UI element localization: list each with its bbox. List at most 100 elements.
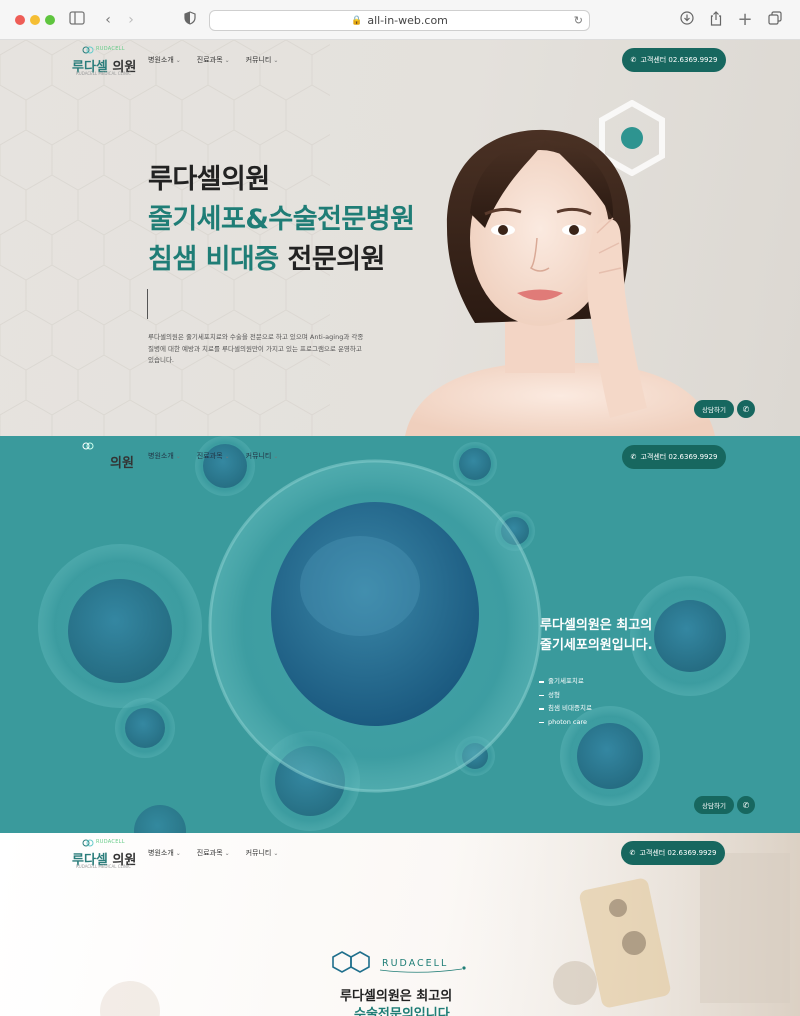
logo-name: 의원 (110, 452, 134, 471)
reload-icon[interactable]: ↻ (574, 14, 583, 27)
nav-item-community[interactable]: 커뮤니티 ⌄ (246, 451, 279, 461)
nav-item-departments[interactable]: 진료과목 ⌄ (197, 848, 230, 858)
nav-label: 병원소개 (148, 452, 174, 460)
logo-tag: RUDACELL MEDICAL CLINIC (76, 71, 131, 76)
divider (147, 289, 148, 319)
sidebar-icon[interactable] (68, 11, 86, 29)
chevron-down-icon: ⌄ (273, 453, 279, 460)
address-bar[interactable]: 🔒 all-in-web.com ↻ (209, 10, 590, 31)
site-logo[interactable]: RUDACELL 루다셀 의원 RUDACELL MEDICAL CLINIC (72, 46, 136, 76)
logo-sub: RUDACELL (96, 839, 125, 845)
call-center-label: 고객센터 02.6369.9929 (640, 453, 718, 461)
hero-heading-line-1: 루다셀의원 (148, 164, 270, 195)
phone-consult-icon[interactable]: ✆ (737, 796, 755, 814)
nav-label: 진료과목 (196, 849, 223, 857)
chevron-down-icon: ⌄ (175, 57, 181, 64)
service-list: 줄기세포치료 성형 침샘 비대증치료 photon care (539, 675, 592, 729)
site-header-2: 의원 병원소개 ⌄ 진료과목 ⌄ 커뮤니티 ⌄ ✆ 고객센터 02.6369.9929 (0, 436, 800, 478)
hero-section-2: 의원 병원소개 ⌄ 진료과목 ⌄ 커뮤니티 ⌄ ✆ 고객센터 02.6369.9929… (0, 436, 800, 833)
main-nav: 병원소개 ⌄ 진료과목 ⌄ 커뮤니티 ⌄ (148, 451, 278, 461)
hero-section-1: RUDACELL 루다셀 의원 RUDACELL MEDICAL CLINIC … (0, 40, 800, 436)
chevron-down-icon: ⌄ (273, 850, 279, 857)
nav-label: 커뮤니티 (245, 849, 272, 857)
maximize-window-button[interactable] (45, 15, 55, 25)
main-nav: 병원소개 ⌄ 진료과목 ⌄ 커뮤니티 ⌄ (148, 55, 278, 65)
rudacell-brand-logo: RUDACELL (332, 951, 466, 973)
section-3-title-line-1: 루다셀의원은 최고의 (340, 989, 453, 1004)
nav-label: 커뮤니티 (245, 56, 272, 64)
list-item[interactable]: 성형 (539, 689, 592, 703)
hero-heading-rest: 전문의원 (278, 244, 386, 275)
tabs-overview-icon[interactable] (766, 11, 784, 29)
chevron-down-icon: ⌄ (273, 57, 279, 64)
section-2-title: 루다셀의원은 최고의 줄기세포의원입니다. (540, 616, 653, 656)
chevron-down-icon: ⌄ (224, 850, 230, 857)
new-tab-icon[interactable]: + (736, 11, 754, 29)
list-item[interactable]: photon care (539, 716, 592, 730)
chevron-down-icon: ⌄ (175, 850, 181, 857)
minimize-window-button[interactable] (30, 15, 40, 25)
forward-icon[interactable]: › (122, 11, 140, 29)
hero-heading-highlight: 침샘 비대증 (148, 244, 279, 275)
hero-heading-line-3: 침샘 비대증 전문의원 (148, 240, 385, 280)
section-3-title-line-2: 수술전문의입니다 (354, 1007, 450, 1016)
phone-consult-icon[interactable]: ✆ (737, 400, 755, 418)
consult-button[interactable]: 상담하기 (694, 400, 734, 418)
nav-item-community[interactable]: 커뮤니티 ⌄ (246, 55, 279, 65)
woman-portrait-image (405, 129, 715, 436)
hero-description: 루다셀의원은 줄기세포치료와 수술을 전문으로 하고 있으며 Anti-agin… (148, 333, 364, 364)
phone-icon: ✆ (630, 453, 637, 461)
logo-mark-icon (82, 46, 94, 54)
nav-item-departments[interactable]: 진료과목 ⌄ (197, 55, 230, 65)
logo-mark-icon (82, 839, 94, 847)
call-center-label: 고객센터 02.6369.9929 (640, 56, 718, 64)
call-center-button[interactable]: ✆ 고객센터 02.6369.9929 (622, 48, 726, 72)
phone-icon: ✆ (629, 849, 636, 857)
nav-item-about[interactable]: 병원소개 ⌄ (148, 55, 181, 65)
lock-icon: 🔒 (351, 15, 363, 26)
nav-label: 진료과목 (196, 56, 223, 64)
call-center-label: 고객센터 02.6369.9929 (639, 849, 717, 857)
site-logo[interactable]: 의원 (82, 442, 144, 472)
nav-item-departments[interactable]: 진료과목 ⌄ (197, 451, 230, 461)
logo-tag: RUDACELL MEDICAL CLINIC (76, 864, 131, 869)
chevron-down-icon: ⌄ (224, 453, 230, 460)
chevron-down-icon: ⌄ (175, 453, 181, 460)
nav-label: 병원소개 (148, 56, 174, 64)
phone-icon: ✆ (630, 56, 637, 64)
consult-button[interactable]: 상담하기 (694, 796, 734, 814)
chevron-down-icon: ⌄ (224, 57, 230, 64)
call-center-button[interactable]: ✆ 고객센터 02.6369.9929 (621, 841, 725, 865)
consult-label: 상담하기 (702, 406, 726, 414)
browser-toolbar: ‹ › 🔒 all-in-web.com ↻ + (0, 0, 800, 40)
brand-text: RUDACELL (382, 958, 448, 969)
url-text: all-in-web.com (367, 14, 448, 27)
consult-label: 상담하기 (702, 802, 726, 810)
list-item[interactable]: 줄기세포치료 (539, 675, 592, 689)
nav-item-about[interactable]: 병원소개 ⌄ (148, 451, 181, 461)
site-header: RUDACELL 루다셀 의원 RUDACELL MEDICAL CLINIC … (0, 40, 800, 82)
hero-section-3: RUDACELL 루다셀 의원 RUDACELL MEDICAL CLINIC … (0, 833, 800, 1016)
logo-sub: RUDACELL (96, 46, 125, 52)
call-center-button[interactable]: ✆ 고객센터 02.6369.9929 (622, 445, 726, 469)
shield-icon[interactable] (181, 11, 199, 29)
download-icon[interactable] (678, 11, 696, 29)
close-window-button[interactable] (15, 15, 25, 25)
nav-label: 병원소개 (148, 849, 174, 857)
site-header-3: RUDACELL 루다셀 의원 RUDACELL MEDICAL CLINIC … (0, 833, 800, 875)
site-logo[interactable]: RUDACELL 루다셀 의원 RUDACELL MEDICAL CLINIC (72, 839, 136, 869)
nav-item-about[interactable]: 병원소개 ⌄ (148, 848, 181, 858)
stem-cell-image (38, 436, 750, 833)
list-item[interactable]: 침샘 비대증치료 (539, 702, 592, 716)
nav-item-community[interactable]: 커뮤니티 ⌄ (246, 848, 279, 858)
nav-label: 진료과목 (196, 452, 223, 460)
nav-label: 커뮤니티 (245, 452, 272, 460)
hero-heading-line-2: 줄기세포&수술전문병원 (148, 204, 415, 235)
section-2-title-line-2: 줄기세포의원입니다. (540, 638, 653, 653)
logo-mark-icon (82, 442, 94, 450)
back-icon[interactable]: ‹ (99, 11, 117, 29)
main-nav: 병원소개 ⌄ 진료과목 ⌄ 커뮤니티 ⌄ (148, 848, 278, 858)
section-2-title-line-1: 루다셀의원은 최고의 (540, 618, 653, 633)
logo-name-part-2: 의원 (110, 456, 134, 471)
share-icon[interactable] (707, 11, 725, 29)
